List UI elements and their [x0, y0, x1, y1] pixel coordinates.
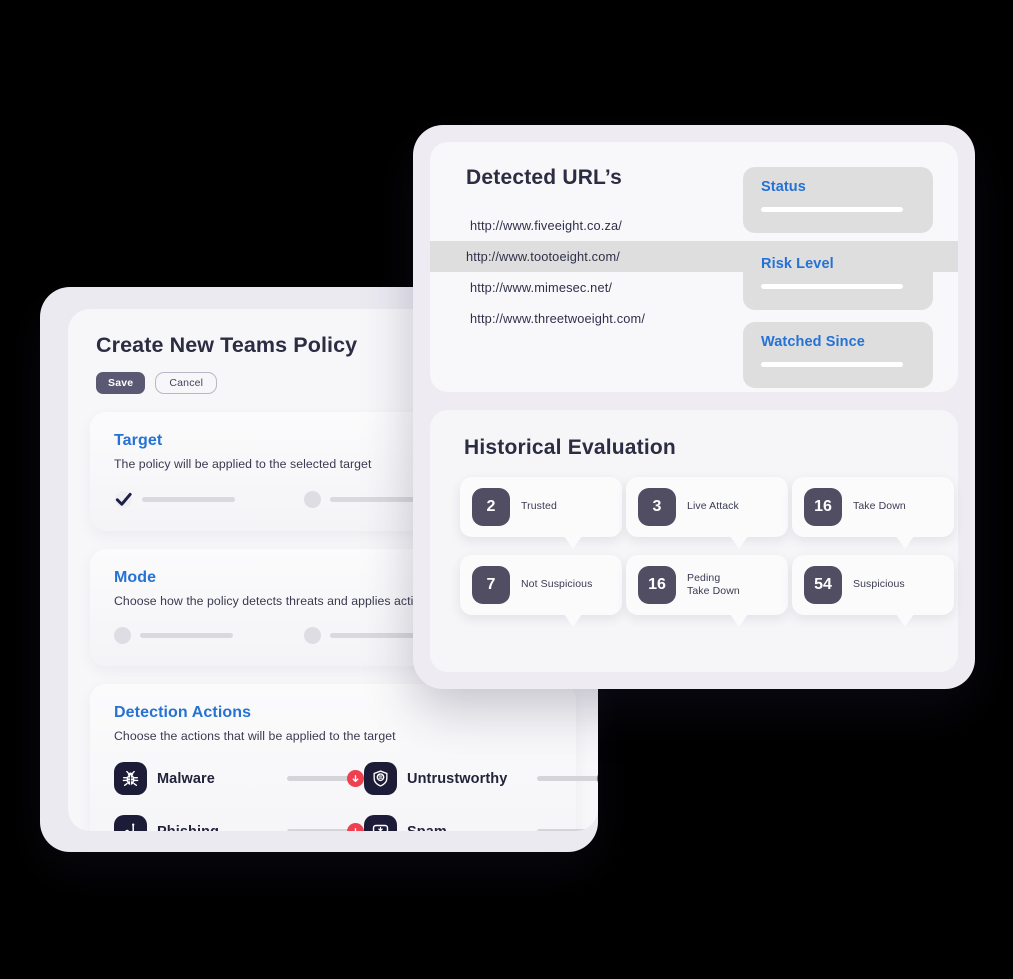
target-option-1[interactable] [114, 490, 304, 509]
detection-action-phishing[interactable]: Phishing [114, 815, 364, 831]
meta-label: Risk Level [761, 256, 834, 272]
stat-label: Live Attack [687, 500, 739, 513]
stat-card[interactable]: 7 Not Suspicious [460, 555, 622, 627]
radio-empty-icon [304, 491, 321, 508]
untrustworthy-slider-track[interactable] [537, 776, 598, 781]
section-detection-title: Detection Actions [114, 704, 252, 721]
meta-label: Watched Since [761, 334, 865, 350]
malware-slider-track[interactable] [287, 776, 349, 781]
detection-action-spam[interactable]: Spam [364, 815, 598, 831]
detection-action-label: Phishing [157, 824, 219, 832]
stat-card[interactable]: 3 Live Attack [626, 477, 788, 549]
meta-box-status[interactable]: Status [743, 167, 933, 233]
save-button[interactable]: Save [96, 372, 146, 394]
stat-card[interactable]: 2 Trusted [460, 477, 622, 549]
stat-value: 54 [804, 566, 842, 604]
detection-actions-grid: Malware Untrustworthy [114, 762, 598, 831]
mode-option-1-bar [140, 633, 233, 638]
stat-card[interactable]: 16 Take Down [792, 477, 954, 549]
malware-control[interactable] [277, 770, 364, 787]
meta-value-placeholder [761, 284, 903, 289]
stat-value: 3 [638, 488, 676, 526]
stat-label: Trusted [521, 500, 557, 513]
stat-value: 16 [804, 488, 842, 526]
meta-value-placeholder [761, 207, 903, 212]
fish-hook-icon [114, 815, 147, 831]
spam-control[interactable] [527, 823, 598, 831]
stat-label: Not Suspicious [521, 578, 593, 591]
arrow-down-icon[interactable] [597, 770, 598, 787]
meta-box-risk-level[interactable]: Risk Level [743, 244, 933, 310]
historical-stats-grid: 2 Trusted 3 Live Attack 16 Take Down 7 N… [460, 477, 954, 627]
cancel-button[interactable]: Cancel [155, 372, 218, 394]
historical-evaluation-title: Historical Evaluation [464, 436, 676, 459]
arrow-down-icon[interactable] [347, 770, 364, 787]
mode-option-1[interactable] [114, 627, 304, 644]
stat-value: 16 [638, 566, 676, 604]
meta-label: Status [761, 179, 806, 195]
stat-value: 2 [472, 488, 510, 526]
meta-box-watched-since[interactable]: Watched Since [743, 322, 933, 388]
check-icon [114, 490, 133, 509]
radio-empty-icon [114, 627, 131, 644]
spam-slider-track[interactable] [537, 829, 598, 831]
stat-label: Peding Take Down [687, 571, 740, 597]
stat-label: Suspicious [853, 578, 905, 591]
inbox-icon [364, 815, 397, 831]
stat-value: 7 [472, 566, 510, 604]
stat-card[interactable]: 54 Suspicious [792, 555, 954, 627]
radio-empty-icon [304, 627, 321, 644]
detection-action-untrustworthy[interactable]: Untrustworthy [364, 762, 598, 795]
historical-evaluation-panel: Historical Evaluation 2 Trusted 3 Live A… [430, 410, 958, 672]
shield-lines-icon [364, 762, 397, 795]
detection-action-label: Malware [157, 770, 215, 787]
section-detection-actions: Detection Actions Choose the actions tha… [90, 684, 598, 831]
bug-icon [114, 762, 147, 795]
stat-card[interactable]: 16 Peding Take Down [626, 555, 788, 627]
detection-action-label: Untrustworthy [407, 770, 508, 787]
target-option-1-bar [142, 497, 235, 502]
phishing-control[interactable] [277, 823, 364, 831]
detected-urls-title: Detected URL’s [466, 166, 623, 189]
section-detection-subtitle: Choose the actions that will be applied … [114, 729, 396, 743]
arrow-down-icon[interactable] [347, 823, 364, 831]
meta-value-placeholder [761, 362, 903, 367]
detection-action-label: Spam [407, 824, 447, 832]
phishing-slider-track[interactable] [287, 829, 349, 831]
stat-label: Take Down [853, 500, 906, 513]
untrustworthy-control[interactable] [527, 770, 598, 787]
detection-action-malware[interactable]: Malware [114, 762, 364, 795]
arrow-down-icon[interactable] [597, 823, 598, 831]
screenshot-stage: Create New Teams Policy Save Cancel Targ… [0, 0, 1013, 979]
